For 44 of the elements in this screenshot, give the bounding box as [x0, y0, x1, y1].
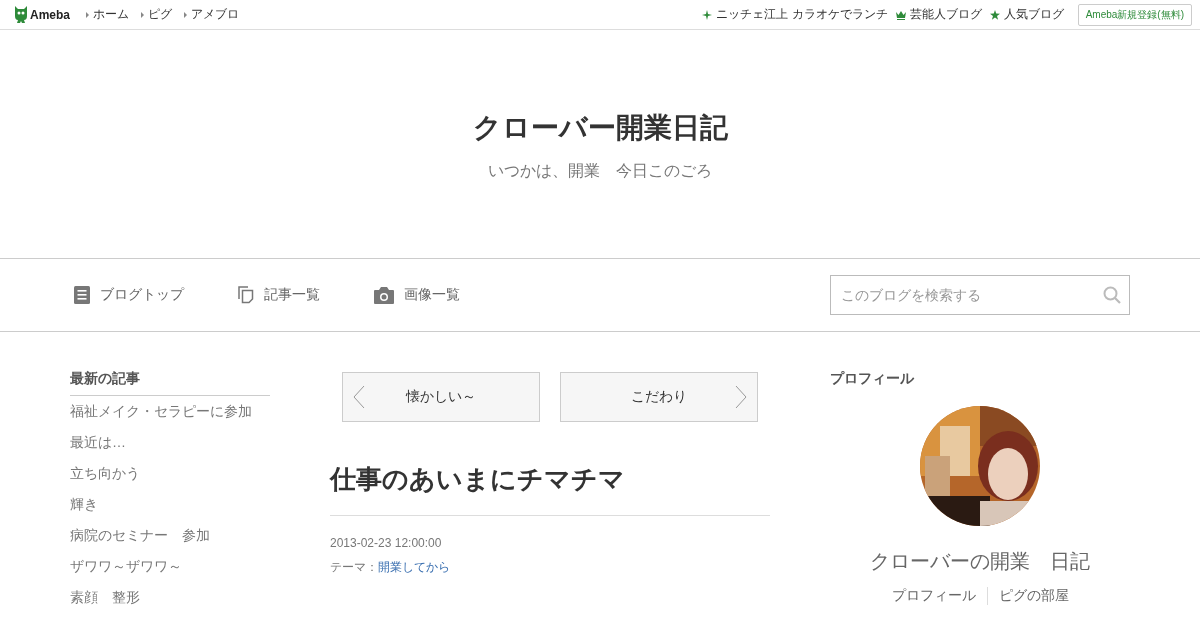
profile-link[interactable]: ピグの部屋 [986, 587, 1080, 605]
section-title: プロフィール [830, 370, 915, 388]
article-link[interactable]: ザワワ～ザワワ～ [70, 551, 270, 582]
triangle-icon [86, 11, 89, 18]
search-icon[interactable] [1103, 286, 1121, 304]
header-link[interactable]: ニッチェ江上 カラオケでランチ [716, 6, 888, 23]
star-icon [989, 9, 1000, 20]
next-article-button[interactable]: こだわり [560, 372, 758, 422]
sparkle-icon [702, 9, 713, 20]
nav-tab[interactable]: ブログトップ [100, 286, 184, 304]
blog-subtitle: いつかは、開業 今日このごろ [488, 160, 712, 181]
register-button[interactable]: Ameba新規登録(無料) [1077, 3, 1192, 26]
nav-link[interactable]: ピグ [141, 6, 172, 23]
document-icon [74, 286, 90, 304]
ameba-logo[interactable]: Ameba [14, 6, 70, 23]
profile-name: クローバーの開業 日記 [870, 549, 1090, 574]
nav-tab[interactable]: 記事一覧 [264, 286, 320, 304]
article-link[interactable]: 立ち向かう [70, 458, 270, 489]
article-link[interactable]: 輝き [70, 489, 270, 520]
theme-link[interactable]: 開業してから [378, 560, 450, 574]
chevron-right-icon [735, 385, 747, 409]
profile-link[interactable]: プロフィール [880, 587, 987, 605]
article-link[interactable]: 素顔 整形 [70, 582, 270, 613]
theme-label: テーマ： [330, 560, 378, 574]
header-link[interactable]: 芸能人ブログ [909, 6, 982, 23]
pages-icon [238, 286, 254, 304]
nav-link[interactable]: ホーム [86, 6, 129, 23]
previous-article-button[interactable]: 懐かしい～ [342, 372, 540, 422]
article-link[interactable]: 最近は… [70, 427, 270, 458]
blog-title[interactable]: クローバー開業日記 [472, 108, 728, 147]
crown-icon [895, 9, 906, 20]
nav-tab[interactable]: 画像一覧 [404, 286, 460, 304]
section-title: 最新の記事 [70, 370, 270, 396]
nav-link[interactable]: アメブロ [184, 6, 239, 23]
header-link[interactable]: 人気ブログ [1003, 6, 1064, 23]
search-field[interactable]: このブログを検索する [830, 275, 1130, 315]
article-date: 2013-02-23 12:00:00 [330, 536, 443, 550]
article-title: 仕事のあいまにチマチマ [330, 462, 770, 516]
article-link[interactable]: 福祉メイク・セラピーに参加 [70, 396, 270, 427]
triangle-icon [184, 11, 187, 18]
chevron-left-icon [353, 385, 365, 409]
camera-icon [374, 286, 394, 304]
triangle-icon [141, 11, 144, 18]
article-link[interactable]: 病院のセミナー 参加 [70, 520, 270, 551]
